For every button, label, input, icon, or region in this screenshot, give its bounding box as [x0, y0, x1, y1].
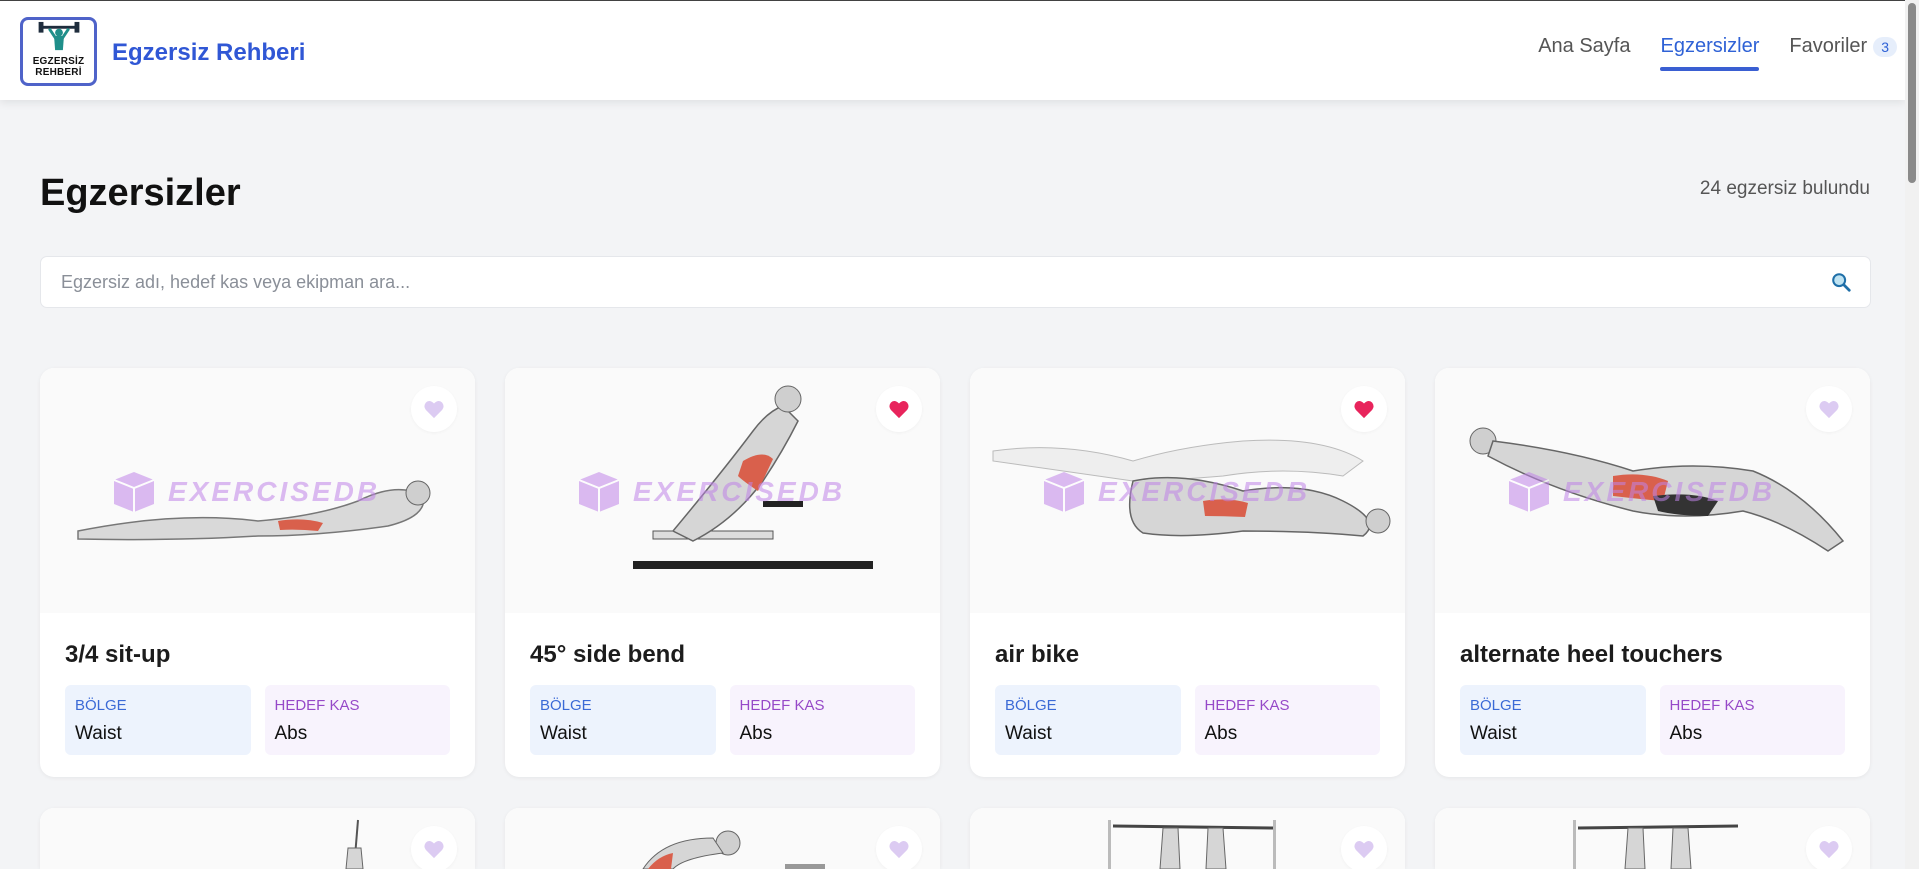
target-tag: HEDEF KAS Abs [1659, 685, 1845, 755]
exercise-image [1435, 808, 1870, 869]
region-value: Waist [75, 723, 122, 744]
heart-icon [1354, 841, 1374, 859]
region-value: Waist [1005, 723, 1052, 744]
favorite-toggle[interactable] [1806, 386, 1852, 432]
logo-text-line2: REHBERİ [35, 67, 82, 78]
app-logo[interactable]: EGZERSİZ REHBERİ [20, 17, 97, 86]
exercise-image [970, 808, 1405, 869]
exercise-image: EXERCISEDB [970, 368, 1405, 613]
watermark-text: EXERCISEDB [168, 476, 381, 507]
exercise-card[interactable]: EXERCISEDB alternate heel touchers BÖLGE… [1435, 368, 1870, 777]
page-title: Egzersizler [40, 172, 241, 214]
region-tag: BÖLGE Waist [65, 685, 251, 755]
nav-home-link[interactable]: Ana Sayfa [1538, 35, 1630, 71]
exercise-tags: BÖLGE Waist HEDEF KAS Abs [995, 685, 1380, 755]
exercise-name: alternate heel touchers [1460, 641, 1723, 668]
watermark-text: EXERCISEDB [1563, 476, 1776, 507]
image-watermark: EXERCISEDB [575, 468, 845, 516]
exercise-name: air bike [995, 641, 1080, 668]
watermark-text: EXERCISEDB [1098, 476, 1311, 507]
favorite-toggle[interactable] [1341, 386, 1387, 432]
exercise-illustration [344, 819, 364, 869]
region-tag: BÖLGE Waist [530, 685, 716, 755]
exercise-image: EXERCISEDB [40, 368, 475, 613]
exercise-name: 45° side bend [530, 641, 685, 668]
exercise-tags: BÖLGE Waist HEDEF KAS Abs [530, 685, 915, 755]
page-scrollbar[interactable] [1905, 0, 1919, 869]
heart-icon [1819, 401, 1839, 419]
weightlifter-icon [38, 21, 79, 51]
cube-logo-icon [578, 472, 620, 512]
heart-icon [1819, 841, 1839, 859]
target-tag: HEDEF KAS Abs [1194, 685, 1380, 755]
exercise-card[interactable] [40, 808, 475, 869]
region-tag: BÖLGE Waist [1460, 685, 1646, 755]
exercise-card[interactable]: EXERCISEDB 45° side bend BÖLGE Waist HED… [505, 368, 940, 777]
exercise-card[interactable] [1435, 808, 1870, 869]
search-icon[interactable] [1830, 271, 1852, 293]
top-navbar: EGZERSİZ REHBERİ Egzersiz Rehberi Ana Sa… [0, 1, 1905, 100]
search-input[interactable] [41, 271, 1830, 293]
target-tag: HEDEF KAS Abs [729, 685, 915, 755]
region-label: BÖLGE [1005, 697, 1057, 714]
heart-icon [424, 841, 444, 859]
region-label: BÖLGE [540, 697, 592, 714]
exercise-illustration [1107, 820, 1276, 869]
nav-favorites-label: Favoriler [1789, 35, 1868, 57]
result-count: 24 egzersiz bulundu [1699, 178, 1870, 199]
search-bar [40, 256, 1871, 308]
region-value: Waist [1470, 723, 1517, 744]
heart-icon [1354, 401, 1374, 419]
main-nav: Ana Sayfa Egzersizler Favoriler 3 [1508, 35, 1897, 71]
target-value: Abs [274, 723, 308, 744]
exercise-illustration [641, 830, 825, 869]
favorites-count-badge: 3 [1873, 37, 1897, 57]
favorite-toggle[interactable] [876, 826, 922, 869]
target-value: Abs [1669, 723, 1703, 744]
exercise-tags: BÖLGE Waist HEDEF KAS Abs [1460, 685, 1845, 755]
favorite-toggle[interactable] [411, 826, 457, 869]
target-value: Abs [1204, 723, 1238, 744]
exercise-image [40, 808, 475, 869]
brand-title[interactable]: Egzersiz Rehberi [112, 39, 305, 67]
exercise-tags: BÖLGE Waist HEDEF KAS Abs [65, 685, 450, 755]
target-label: HEDEF KAS [739, 697, 825, 714]
nav-exercises-link[interactable]: Egzersizler [1660, 35, 1759, 71]
region-label: BÖLGE [75, 697, 127, 714]
exercise-card[interactable]: EXERCISEDB 3/4 sit-up BÖLGE Waist HEDEF … [40, 368, 475, 777]
exercise-illustration [1572, 820, 1738, 869]
favorite-toggle[interactable] [1341, 826, 1387, 869]
region-tag: BÖLGE Waist [995, 685, 1181, 755]
nav-favorites-link[interactable]: Favoriler 3 [1789, 35, 1897, 71]
cube-logo-icon [1043, 472, 1085, 512]
cube-logo-icon [113, 472, 155, 512]
region-value: Waist [540, 723, 587, 744]
image-watermark: EXERCISEDB [1505, 468, 1775, 516]
target-value: Abs [739, 723, 773, 744]
exercise-card[interactable]: EXERCISEDB air bike BÖLGE Waist HEDEF KA… [970, 368, 1405, 777]
exercise-image: EXERCISEDB [1435, 368, 1870, 613]
target-label: HEDEF KAS [1204, 697, 1290, 714]
heart-icon [424, 401, 444, 419]
image-watermark: EXERCISEDB [110, 468, 380, 516]
scrollbar-thumb[interactable] [1908, 3, 1916, 183]
exercise-image: EXERCISEDB [505, 368, 940, 613]
target-tag: HEDEF KAS Abs [264, 685, 450, 755]
heart-icon [889, 841, 909, 859]
exercise-card[interactable] [505, 808, 940, 869]
target-label: HEDEF KAS [1669, 697, 1755, 714]
logo-text-line1: EGZERSİZ [32, 56, 85, 67]
image-watermark: EXERCISEDB [1040, 468, 1310, 516]
exercise-card[interactable] [970, 808, 1405, 869]
favorite-toggle[interactable] [876, 386, 922, 432]
favorite-toggle[interactable] [1806, 826, 1852, 869]
target-label: HEDEF KAS [274, 697, 360, 714]
exercise-name: 3/4 sit-up [65, 641, 171, 668]
exercise-image [505, 808, 940, 869]
watermark-text: EXERCISEDB [633, 476, 846, 507]
favorite-toggle[interactable] [411, 386, 457, 432]
heart-icon [889, 401, 909, 419]
region-label: BÖLGE [1470, 697, 1522, 714]
cube-logo-icon [1508, 472, 1550, 512]
